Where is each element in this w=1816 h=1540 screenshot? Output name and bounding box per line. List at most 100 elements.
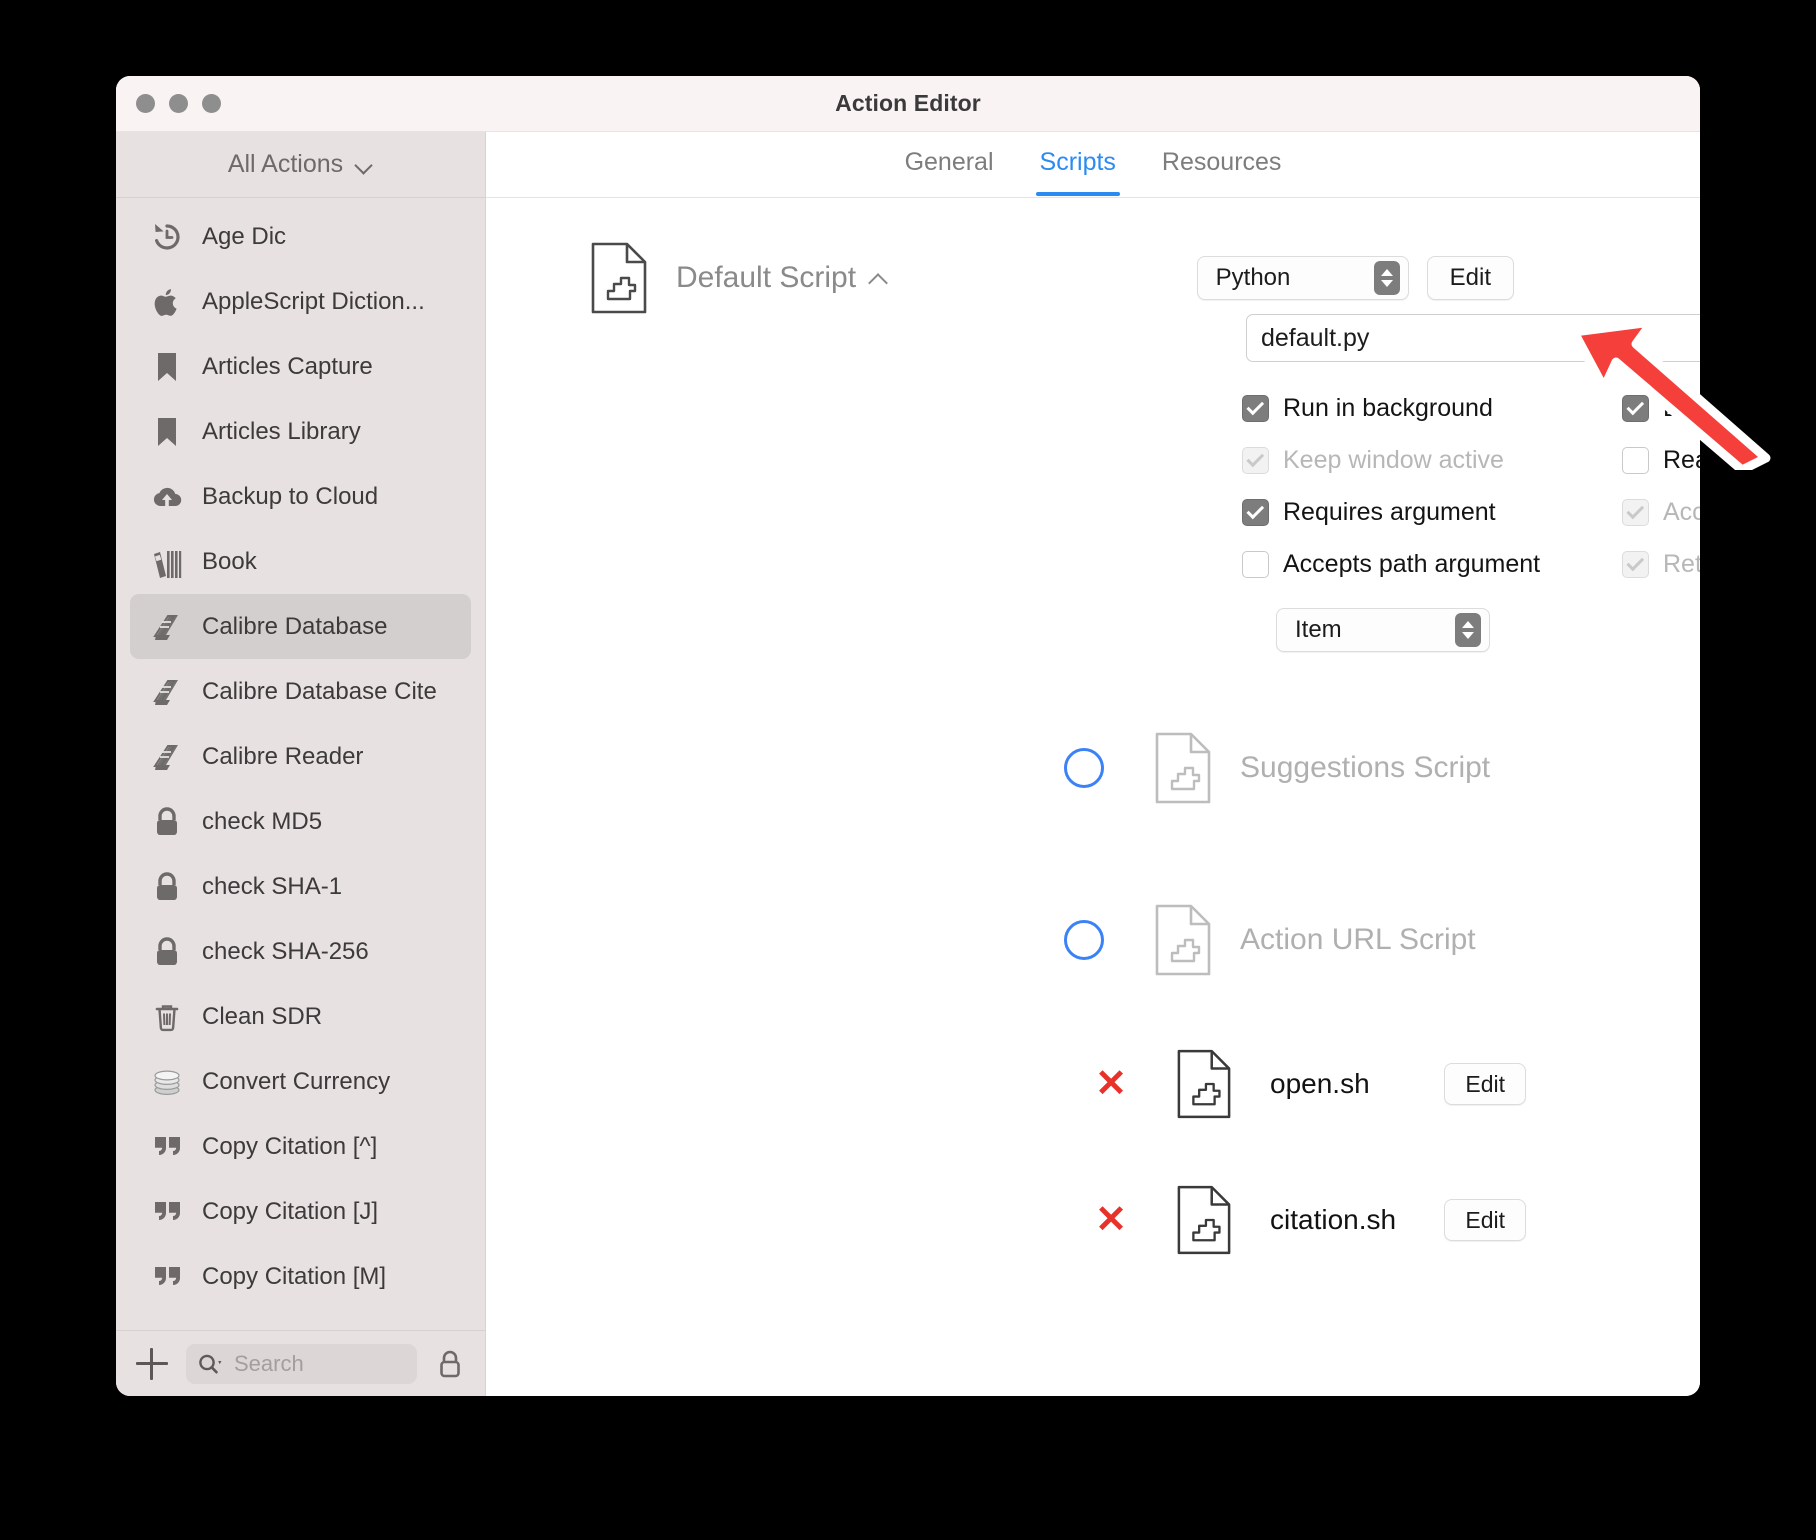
- checkbox-box[interactable]: [1622, 446, 1649, 474]
- script-document-icon: [1154, 903, 1212, 977]
- sidebar-item-check-md5[interactable]: check MD5: [130, 789, 471, 854]
- checkbox-accepts-string-argument[interactable]: Accepts string argument: [1622, 496, 1700, 528]
- script-file-row: ✕ open.sh Edit: [486, 1036, 1700, 1132]
- sidebar-filter-label: All Actions: [227, 150, 344, 178]
- sidebar-item-label: AppleScript Diction...: [202, 287, 425, 315]
- lock-icon: [150, 870, 184, 904]
- sidebar-item-convert-currency[interactable]: Convert Currency: [130, 1049, 471, 1114]
- checkbox-box[interactable]: [1622, 394, 1649, 422]
- tab-bar: General Scripts Resources: [486, 132, 1700, 198]
- bookmark-icon: [150, 415, 184, 449]
- checkbox-keep-window-active[interactable]: Keep window active: [1242, 444, 1622, 476]
- sidebar-item-copy-citation-j[interactable]: Copy Citation [J]: [130, 1179, 471, 1244]
- script-filename-input[interactable]: [1246, 314, 1700, 362]
- sidebar-item-articles-capture[interactable]: Articles Capture: [130, 334, 471, 399]
- script-files-list: ✕ open.sh Edit ✕ citation.sh Edit: [486, 1036, 1700, 1268]
- checkbox-label: Run in background: [1283, 393, 1493, 422]
- search-placeholder: Search: [234, 1350, 304, 1376]
- sidebar-item-copy-citation-m[interactable]: Copy Citation [M]: [130, 1244, 471, 1309]
- sidebar-item-label: Book: [202, 547, 257, 575]
- checkbox-requires-argument[interactable]: Requires argument: [1242, 496, 1622, 528]
- tab-general[interactable]: General: [905, 150, 994, 179]
- sidebar-item-check-sha-256[interactable]: check SHA-256: [130, 919, 471, 984]
- sidebar-item-calibre-reader[interactable]: Calibre Reader: [130, 724, 471, 789]
- checkbox-live-feedback-enabled[interactable]: Live feedback enabled: [1622, 392, 1700, 424]
- sidebar-item-check-sha-1[interactable]: check SHA-1: [130, 854, 471, 919]
- language-select-value: Python: [1215, 264, 1291, 291]
- edit-script-file-button[interactable]: Edit: [1444, 1063, 1526, 1105]
- script-filename-row: [486, 314, 1700, 362]
- sidebar-item-label: Backup to Cloud: [202, 482, 379, 510]
- sidebar-item-age-dic[interactable]: Age Dic: [130, 204, 471, 269]
- checkbox-run-in-background[interactable]: Run in background: [1242, 392, 1622, 424]
- actions-list: Age Dic AppleScript Diction... Articles C…: [116, 198, 485, 1330]
- checkbox-label: Returns result: [1663, 549, 1700, 578]
- chevron-down-icon: [355, 156, 373, 174]
- sidebar-item-label: Copy Citation [^]: [202, 1132, 378, 1160]
- lock-icon: [150, 935, 184, 969]
- sidebar-item-label: Copy Citation [J]: [202, 1197, 379, 1225]
- tab-scripts[interactable]: Scripts: [1035, 150, 1121, 196]
- search-input[interactable]: Search: [186, 1343, 417, 1384]
- sidebar-item-backup-to-cloud[interactable]: Backup to Cloud: [130, 464, 471, 529]
- checkbox-label: Keep window active: [1283, 445, 1504, 474]
- stepper-icon[interactable]: [1455, 613, 1481, 647]
- edit-script-file-button[interactable]: Edit: [1444, 1199, 1526, 1241]
- script-document-icon: [590, 241, 648, 315]
- sidebar-item-label: Age Dic: [202, 222, 287, 250]
- checkbox-returns-result[interactable]: Returns result: [1622, 548, 1700, 580]
- coins-icon: [150, 1065, 184, 1099]
- remove-script-button[interactable]: ✕: [1094, 1065, 1128, 1103]
- checkbox-label: Accepts string argument: [1663, 497, 1700, 526]
- script-file-row: ✕ citation.sh Edit: [486, 1172, 1700, 1268]
- sidebar: All Actions Age Dic AppleScript Diction.…: [116, 132, 486, 1396]
- enable-script-radio[interactable]: [1064, 748, 1104, 788]
- book-icon: [150, 675, 184, 709]
- default-script-header: Default Script Python Edit: [486, 228, 1700, 328]
- sidebar-filter-dropdown[interactable]: All Actions: [116, 132, 485, 198]
- edit-default-script-button[interactable]: Edit: [1426, 256, 1514, 300]
- add-action-button[interactable]: [134, 1346, 170, 1382]
- sidebar-item-applescript-diction[interactable]: AppleScript Diction...: [130, 269, 471, 334]
- optional-script-title: Suggestions Script: [1240, 751, 1491, 784]
- checkbox-box[interactable]: [1242, 550, 1269, 578]
- optional-scripts: Suggestions Script Action URL Script: [486, 712, 1700, 996]
- default-script-title[interactable]: Default Script: [676, 261, 888, 295]
- sidebar-item-book[interactable]: Book: [130, 529, 471, 594]
- script-file-name: citation.sh: [1270, 1204, 1397, 1235]
- sidebar-item-label: Copy Citation [M]: [202, 1262, 387, 1290]
- enable-script-radio[interactable]: [1064, 920, 1104, 960]
- window-body: All Actions Age Dic AppleScript Diction.…: [116, 132, 1700, 1396]
- tab-resources[interactable]: Resources: [1162, 150, 1282, 179]
- script-file-name: open.sh: [1270, 1068, 1370, 1099]
- default-script-controls: Python Edit: [1196, 256, 1700, 300]
- caret-up-icon[interactable]: [868, 271, 888, 285]
- optional-script-row: Suggestions Script: [486, 712, 1700, 824]
- search-icon: [198, 1353, 224, 1375]
- sidebar-item-label: Calibre Reader: [202, 742, 364, 770]
- checkbox-box[interactable]: [1622, 498, 1649, 526]
- checkbox-accepts-path-argument[interactable]: Accepts path argument: [1242, 548, 1622, 580]
- sidebar-item-copy-citation[interactable]: Copy Citation [^]: [130, 1114, 471, 1179]
- sidebar-item-clean-sdr[interactable]: Clean SDR: [130, 984, 471, 1049]
- checkbox-reapply-last-string-argument-with[interactable]: Reapply last string argument with⇧↵: [1622, 444, 1700, 476]
- default-script-title-text: Default Script: [676, 261, 857, 294]
- checkbox-box[interactable]: [1242, 394, 1269, 422]
- stepper-icon[interactable]: [1373, 261, 1400, 295]
- checkbox-label: Live feedback enabled: [1663, 393, 1700, 422]
- sidebar-item-articles-library[interactable]: Articles Library: [130, 399, 471, 464]
- remove-script-button[interactable]: ✕: [1094, 1201, 1128, 1239]
- language-select[interactable]: Python: [1196, 256, 1409, 300]
- checkbox-box[interactable]: [1242, 446, 1269, 474]
- sidebar-item-label: Clean SDR: [202, 1002, 323, 1030]
- book-shelf-icon: [150, 545, 184, 579]
- sidebar-item-calibre-database[interactable]: Calibre Database: [130, 594, 471, 659]
- sidebar-item-calibre-database-cite[interactable]: Calibre Database Cite: [130, 659, 471, 724]
- book-icon: [150, 740, 184, 774]
- script-document-icon: [1176, 1048, 1232, 1120]
- checkbox-box[interactable]: [1622, 550, 1649, 578]
- checkbox-box[interactable]: [1242, 498, 1269, 526]
- quote-icon: [150, 1195, 184, 1229]
- lock-icon[interactable]: [433, 1346, 467, 1382]
- result-type-select[interactable]: Item: [1276, 608, 1490, 652]
